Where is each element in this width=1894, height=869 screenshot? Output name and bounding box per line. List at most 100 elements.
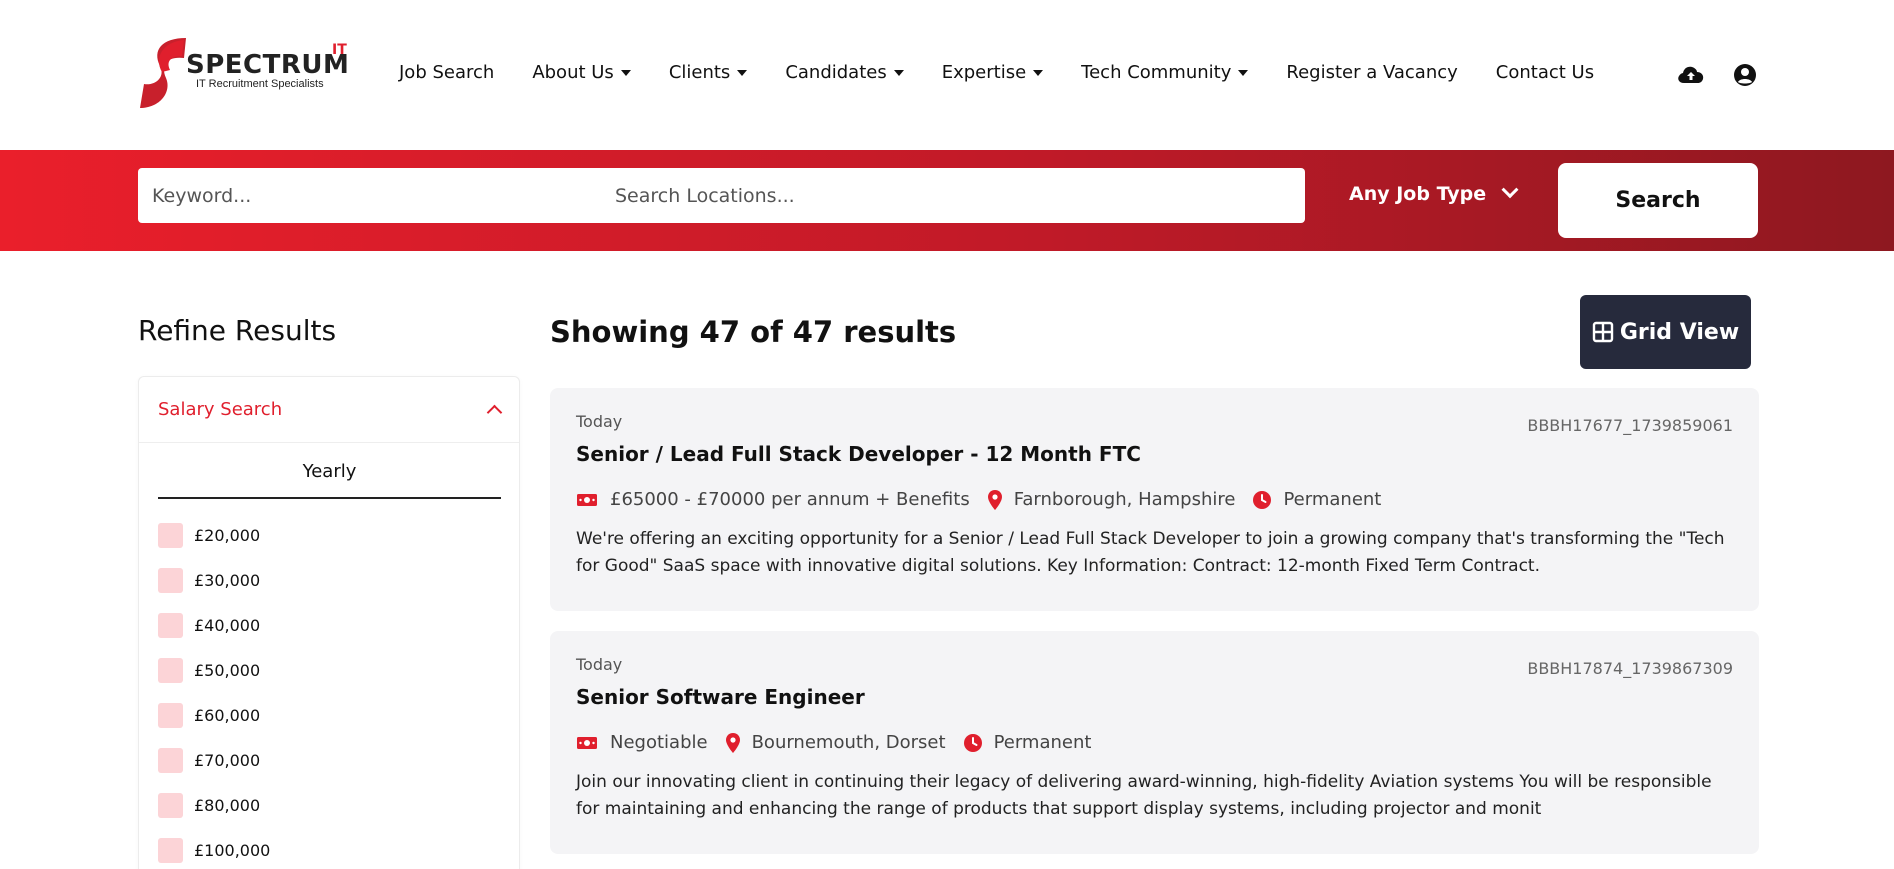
refine-results-heading: Refine Results — [138, 314, 337, 347]
job-location: Bournemouth, Dorset — [725, 732, 946, 753]
salary-label: £100,000 — [194, 841, 271, 860]
user-account-icon[interactable] — [1730, 60, 1760, 90]
salary-label: £60,000 — [194, 706, 261, 725]
money-icon — [577, 736, 597, 749]
job-description: Join our innovating client in continuing… — [576, 772, 1712, 819]
clock-icon — [1253, 490, 1272, 509]
site-header: SPECTRUM IT IT Recruitment Specialists J… — [0, 0, 1894, 150]
salary-checkbox[interactable] — [158, 613, 183, 638]
results-count: Showing 47 of 47 results — [550, 315, 957, 349]
job-title-link[interactable]: Senior Software Engineer — [576, 685, 865, 709]
nav-expertise[interactable]: Expertise — [941, 62, 1044, 83]
logo-it-mark: IT — [332, 42, 347, 58]
map-pin-icon — [725, 732, 740, 753]
salary-option[interactable]: £80,000 — [158, 783, 270, 828]
nav-tech-community[interactable]: Tech Community — [1081, 62, 1249, 83]
nav-contact-us[interactable]: Contact Us — [1496, 62, 1594, 83]
logo-swoosh-icon — [140, 38, 186, 108]
job-type: Permanent — [1253, 489, 1381, 510]
job-meta: Negotiable Bournemouth, Dorset Permanent — [576, 732, 1109, 753]
caret-down-icon — [737, 69, 748, 76]
logo-wordmark: SPECTRUM — [186, 50, 350, 80]
salary-options: £20,000 £30,000 £40,000 £50,000 £60,000 … — [158, 513, 270, 869]
salary-checkbox[interactable] — [158, 658, 183, 683]
salary-checkbox[interactable] — [158, 748, 183, 773]
grid-view-button[interactable]: Grid View — [1580, 295, 1751, 369]
grid-view-label: Grid View — [1619, 319, 1740, 345]
nav-job-search[interactable]: Job Search — [399, 62, 494, 83]
search-bar — [138, 168, 1305, 223]
caret-down-icon — [1238, 69, 1249, 76]
map-pin-icon — [987, 489, 1002, 510]
salary-label: £50,000 — [194, 661, 261, 680]
search-button[interactable]: Search — [1558, 163, 1758, 238]
nav-label: Expertise — [941, 62, 1027, 83]
nav-label: Job Search — [399, 62, 495, 83]
salary-checkbox[interactable] — [158, 703, 183, 728]
job-description: We're offering an exciting opportunity f… — [576, 529, 1725, 576]
job-title-link[interactable]: Senior / Lead Full Stack Developer - 12 … — [576, 442, 1141, 466]
caret-down-icon — [1033, 69, 1044, 76]
job-card[interactable]: Today BBBH17677_1739859061 Senior / Lead… — [550, 388, 1759, 611]
money-icon — [577, 493, 597, 506]
job-date: Today — [576, 655, 623, 674]
nav-about-us[interactable]: About Us — [532, 62, 631, 83]
salary-option[interactable]: £60,000 — [158, 693, 270, 738]
job-date: Today — [576, 412, 623, 431]
upload-cloud-icon[interactable] — [1676, 60, 1706, 90]
chevron-up-icon — [486, 404, 503, 421]
job-location-text: Bournemouth, Dorset — [751, 732, 946, 753]
salary-filter-panel: Salary Search Yearly £20,000 £30,000 £40… — [138, 376, 520, 869]
job-salary: Negotiable — [576, 732, 708, 753]
job-type: Permanent — [963, 732, 1092, 753]
salary-checkbox[interactable] — [158, 838, 183, 863]
job-location: Farnborough, Hampshire — [987, 489, 1236, 510]
salary-filter-title: Salary Search — [158, 399, 283, 420]
salary-option[interactable]: £100,000 — [158, 828, 270, 869]
job-type-text: Permanent — [993, 732, 1092, 753]
salary-option[interactable]: £50,000 — [158, 648, 270, 693]
salary-option[interactable]: £70,000 — [158, 738, 270, 783]
salary-label: £70,000 — [194, 751, 261, 770]
job-reference: BBBH17677_1739859061 — [1527, 416, 1733, 435]
nav-label: About Us — [532, 62, 614, 83]
logo-tagline: IT Recruitment Specialists — [196, 78, 324, 90]
salary-checkbox[interactable] — [158, 523, 183, 548]
chevron-down-icon — [1501, 181, 1519, 199]
job-type-select[interactable]: Any Job Type — [1349, 181, 1519, 205]
salary-label: £40,000 — [194, 616, 261, 635]
nav-label: Clients — [668, 62, 731, 83]
salary-label: £30,000 — [194, 571, 261, 590]
caret-down-icon — [893, 69, 904, 76]
tab-yearly[interactable]: Yearly — [158, 453, 501, 499]
salary-label: £20,000 — [194, 526, 261, 545]
salary-option[interactable]: £40,000 — [158, 603, 270, 648]
salary-label: £80,000 — [194, 796, 261, 815]
salary-option[interactable]: £30,000 — [158, 558, 270, 603]
job-location-text: Farnborough, Hampshire — [1013, 489, 1236, 510]
nav-label: Register a Vacancy — [1286, 62, 1458, 83]
nav-label: Tech Community — [1081, 62, 1232, 83]
nav-candidates[interactable]: Candidates — [785, 62, 904, 83]
caret-down-icon — [620, 69, 631, 76]
keyword-input[interactable] — [152, 168, 592, 223]
job-salary: £65000 - £70000 per annum + Benefits — [576, 489, 970, 510]
job-salary-text: £65000 - £70000 per annum + Benefits — [610, 489, 970, 510]
salary-option[interactable]: £20,000 — [158, 513, 270, 558]
job-card[interactable]: Today BBBH17874_1739867309 Senior Softwa… — [550, 631, 1759, 854]
job-type-text: Permanent — [1283, 489, 1382, 510]
main-nav: Job Search About Us Clients Candidates E… — [399, 62, 1632, 83]
salary-filter-header[interactable]: Salary Search — [139, 377, 519, 443]
nav-clients[interactable]: Clients — [669, 62, 748, 83]
job-salary-text: Negotiable — [610, 732, 708, 753]
nav-label: Candidates — [785, 62, 887, 83]
salary-checkbox[interactable] — [158, 793, 183, 818]
location-input[interactable] — [615, 168, 1255, 223]
nav-label: Contact Us — [1495, 62, 1595, 83]
salary-checkbox[interactable] — [158, 568, 183, 593]
job-type-label: Any Job Type — [1349, 183, 1487, 205]
nav-register-vacancy[interactable]: Register a Vacancy — [1286, 62, 1457, 83]
spectrum-logo[interactable]: SPECTRUM IT IT Recruitment Specialists — [138, 36, 350, 110]
grid-icon — [1592, 321, 1614, 343]
clock-icon — [963, 733, 982, 752]
